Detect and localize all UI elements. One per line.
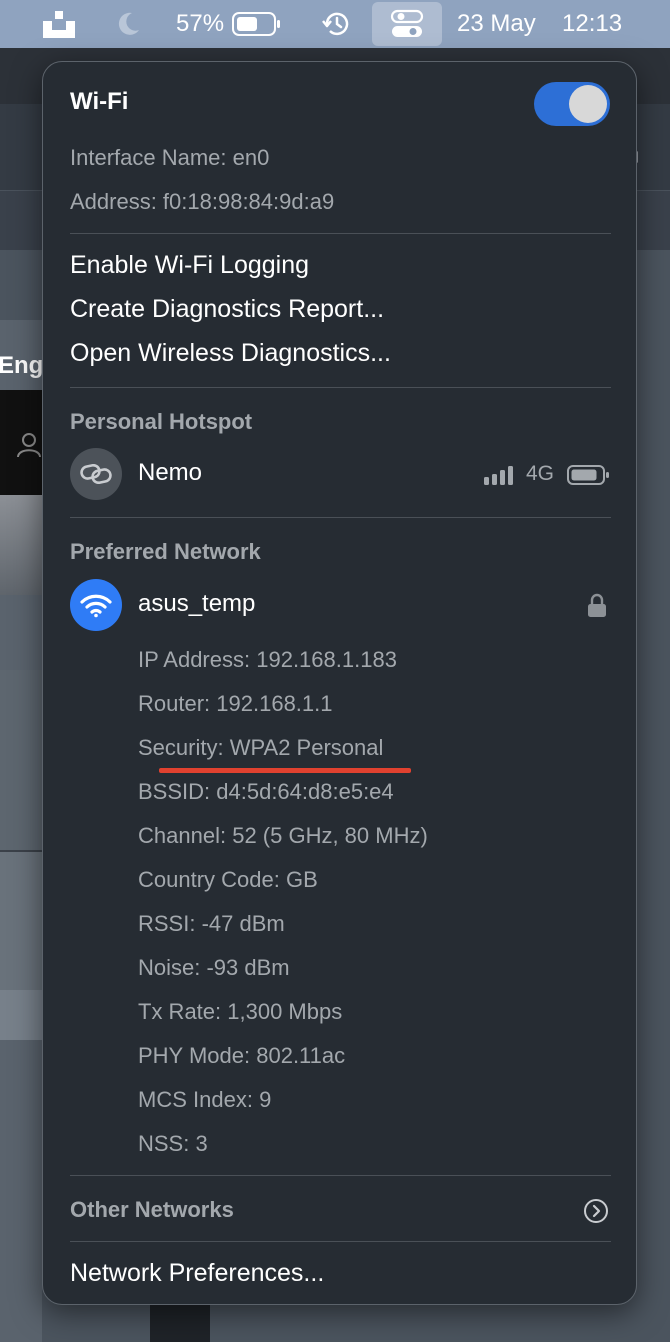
- wifi-menu-panel: Wi-Fi Interface Name: en0 Address: f0:18…: [42, 61, 637, 1305]
- link-icon: [70, 448, 122, 500]
- hotspot-name: Nemo: [138, 459, 203, 486]
- menubar-time[interactable]: 12:13: [562, 0, 622, 48]
- separator: [70, 1241, 611, 1242]
- background-pane: [0, 850, 42, 992]
- personal-hotspot-header: Personal Hotspot: [70, 409, 253, 434]
- detail-value: 802.11ac: [256, 1043, 346, 1068]
- detail-tx-rate: Tx Rate: 1,300 Mbps: [138, 999, 342, 1025]
- background-image-tile: [0, 495, 42, 595]
- preferred-network-header: Preferred Network: [70, 539, 261, 564]
- date-text: 23 May: [457, 10, 536, 37]
- detail-channel: Channel: 52 (5 GHz, 80 MHz): [138, 823, 428, 849]
- battery-icon[interactable]: [232, 0, 282, 48]
- wifi-icon: [70, 579, 122, 631]
- detail-value: WPA2 Personal: [229, 735, 384, 760]
- other-networks-label: Other Networks: [70, 1197, 234, 1222]
- background-strip: [150, 1300, 210, 1342]
- menubar-date[interactable]: 23 May: [457, 0, 536, 48]
- detail-phy-mode: PHY Mode: 802.11ac: [138, 1043, 345, 1069]
- lock-icon: [587, 593, 607, 624]
- detail-label: MCS Index:: [138, 1087, 253, 1112]
- battery-percent-text: 57%: [176, 10, 225, 37]
- open-wireless-diagnostics-item[interactable]: Open Wireless Diagnostics...: [70, 339, 391, 368]
- other-networks-row[interactable]: Other Networks: [63, 1185, 618, 1235]
- preferred-network-row[interactable]: asus_temp: [63, 579, 618, 631]
- network-preferences-item[interactable]: Network Preferences...: [70, 1259, 324, 1288]
- network-type: 4G: [526, 462, 555, 485]
- detail-label: Channel:: [138, 823, 227, 848]
- separator: [70, 517, 611, 518]
- battery-percent[interactable]: 57%: [176, 0, 224, 48]
- detail-label: Security:: [138, 735, 224, 760]
- detail-value: 3: [195, 1131, 208, 1156]
- enable-wifi-logging-item[interactable]: Enable Wi-Fi Logging: [70, 251, 309, 280]
- interface-name: Interface Name: en0: [70, 145, 270, 170]
- detail-label: Router:: [138, 691, 211, 716]
- detail-value: 52 (5 GHz, 80 MHz): [232, 823, 428, 848]
- detail-label: Noise:: [138, 955, 201, 980]
- detail-label: RSSI:: [138, 911, 196, 936]
- chevron-right-circle-icon: [583, 1198, 609, 1229]
- network-name: asus_temp: [138, 590, 256, 617]
- detail-value: -93 dBm: [206, 955, 290, 980]
- control-center-icon[interactable]: [372, 2, 442, 46]
- detail-mcs-index: MCS Index: 9: [138, 1087, 271, 1113]
- wifi-toggle[interactable]: [534, 82, 610, 126]
- detail-label: NSS:: [138, 1131, 190, 1156]
- detail-country-code: Country Code: GB: [138, 867, 318, 893]
- separator: [70, 1175, 611, 1176]
- hotspot-battery-icon: [567, 464, 611, 491]
- security-highlight-underline: [159, 768, 411, 773]
- detail-value: 1,300 Mbps: [227, 999, 343, 1024]
- wifi-title: Wi-Fi: [70, 88, 129, 115]
- signal-strength-icon: [483, 464, 519, 491]
- toggle-knob: [569, 85, 607, 123]
- detail-rssi: RSSI: -47 dBm: [138, 911, 285, 937]
- detail-bssid: BSSID: d4:5d:64:d8:e5:e4: [138, 779, 394, 805]
- background-pane: [0, 670, 42, 850]
- hotspot-row-nemo[interactable]: Nemo 4G: [63, 448, 618, 500]
- detail-label: Country Code:: [138, 867, 280, 892]
- detail-nss: NSS: 3: [138, 1131, 208, 1157]
- person-icon: [16, 432, 42, 465]
- detail-label: BSSID:: [138, 779, 211, 804]
- menu-bar: 57% 23 May 12:13: [0, 0, 670, 48]
- moon-icon[interactable]: [114, 0, 142, 48]
- detail-noise: Noise: -93 dBm: [138, 955, 290, 981]
- detail-value: GB: [285, 867, 318, 892]
- detail-value: 192.168.1.1: [216, 691, 333, 716]
- detail-router: Router: 192.168.1.1: [138, 691, 333, 717]
- background-pane: [0, 990, 42, 1040]
- detail-value: 9: [259, 1087, 272, 1112]
- detail-value: 192.168.1.183: [256, 647, 397, 672]
- separator: [70, 233, 611, 234]
- separator: [70, 387, 611, 388]
- detail-label: PHY Mode:: [138, 1043, 251, 1068]
- time-machine-icon[interactable]: [321, 0, 353, 48]
- app-status-icon[interactable]: [42, 0, 76, 48]
- detail-value: -47 dBm: [201, 911, 285, 936]
- detail-label: IP Address:: [138, 647, 251, 672]
- time-text: 12:13: [562, 10, 623, 37]
- detail-value: d4:5d:64:d8:e5:e4: [216, 779, 394, 804]
- detail-security: Security: WPA2 Personal: [138, 735, 383, 761]
- mac-address: Address: f0:18:98:84:9d:a9: [70, 189, 335, 214]
- detail-label: Tx Rate:: [138, 999, 222, 1024]
- detail-ip-address: IP Address: 192.168.1.183: [138, 647, 397, 673]
- create-diagnostics-report-item[interactable]: Create Diagnostics Report...: [70, 295, 384, 324]
